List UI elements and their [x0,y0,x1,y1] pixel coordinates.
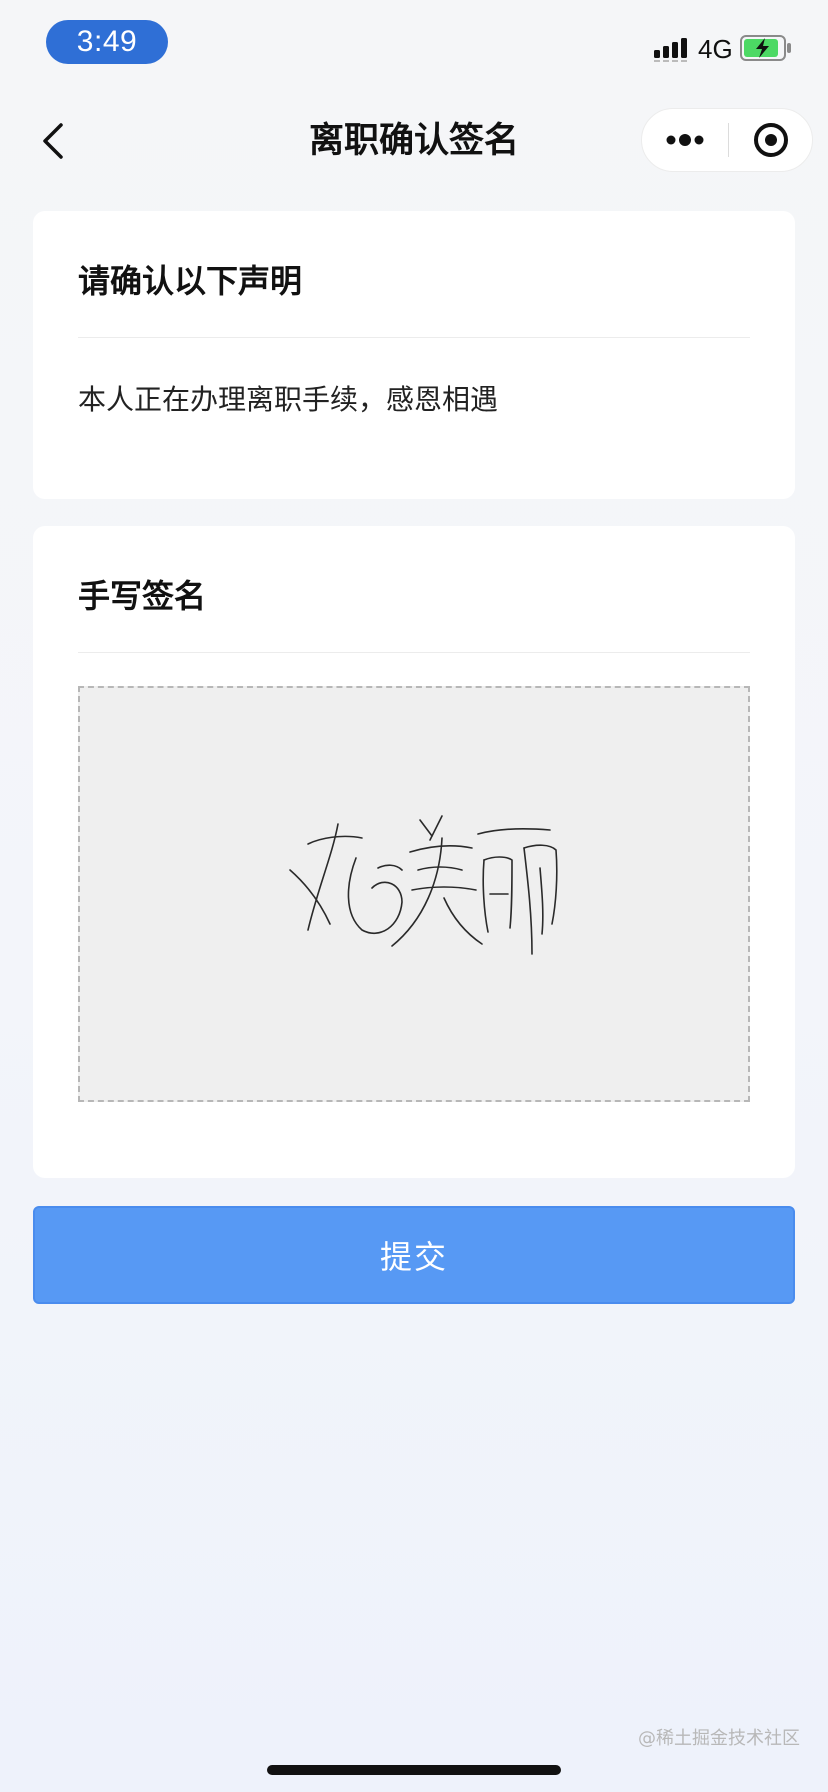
submit-button[interactable]: 提交 [33,1206,795,1304]
statement-heading: 请确认以下声明 [78,262,303,300]
handwritten-signature [289,815,558,955]
signature-card: 手写签名 [33,526,795,1178]
signature-heading: 手写签名 [78,577,207,615]
signature-divider [78,652,750,653]
status-time: 3:49 [46,20,168,64]
target-close-icon [754,123,788,157]
battery-charging-icon [740,35,791,61]
statement-text: 本人正在办理离职手续，感恩相遇 [78,383,499,416]
mini-program-capsule [641,108,813,172]
close-miniprogram-button[interactable] [729,109,813,171]
more-dots-icon [666,134,704,146]
signature-pad[interactable] [78,686,750,1102]
cellular-signal-icon [654,38,687,62]
status-bar: 3:49 4G [0,0,828,88]
network-type: 4G [698,34,733,64]
more-button[interactable] [642,109,728,171]
nav-bar: 离职确认签名 [0,96,828,186]
home-indicator[interactable] [267,1765,561,1775]
statement-card: 请确认以下声明 本人正在办理离职手续，感恩相遇 [33,211,795,499]
watermark-text: @稀土掘金技术社区 [638,1728,800,1749]
statement-divider [78,337,750,338]
